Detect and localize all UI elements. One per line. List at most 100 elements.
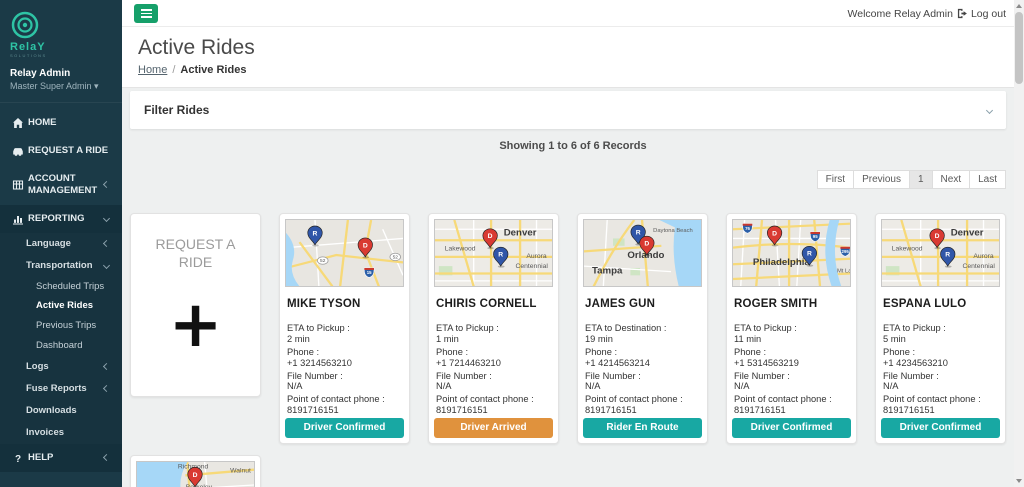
field-value: +1 5314563219 [734, 357, 799, 368]
state-route-shield-icon: 52 [389, 252, 401, 261]
hamburger-icon [140, 8, 152, 20]
ride-field: ETA to Destination :19 min [585, 323, 700, 345]
field-value: N/A [883, 381, 899, 392]
pagination-first-button[interactable]: First [816, 170, 855, 189]
ride-details: ETA to Pickup :5 min Phone : +1 4234563210… [881, 323, 1000, 417]
sidebar-item-help[interactable]: ? HELP [0, 443, 122, 472]
ride-map[interactable]: 52 52 15 R D [285, 219, 404, 288]
ride-status-button[interactable]: Driver Confirmed [285, 417, 404, 438]
svg-text:76: 76 [745, 226, 750, 231]
sidebar-item-reporting[interactable]: REPORTING [0, 204, 122, 233]
sidebar-toggle-button[interactable] [134, 4, 158, 23]
request-a-ride-card[interactable]: REQUEST A RIDE + [130, 213, 261, 397]
user-role-dropdown[interactable]: Master Super Admin ▾ [10, 81, 112, 92]
field-label: Phone : [585, 347, 618, 357]
sidebar-item-invoices[interactable]: Invoices [0, 421, 122, 444]
car-icon [12, 145, 28, 157]
pagination-previous-button[interactable]: Previous [853, 170, 910, 189]
ride-status-button[interactable]: Rider En Route [583, 417, 702, 438]
ride-map[interactable]: Philadelphia Mt La 76 95 295 D R [732, 219, 851, 288]
map-city-label: Tampa [592, 266, 623, 277]
ride-field: File Number : N/A [436, 371, 551, 393]
ride-status-button[interactable]: Driver Confirmed [881, 417, 1000, 438]
ride-map[interactable]: RichmondWalnutBerkeleyD [136, 461, 255, 487]
field-value: 8191716151 [287, 404, 339, 415]
pagination-next-button[interactable]: Next [931, 170, 971, 189]
filter-rides-panel[interactable]: Filter Rides [130, 91, 1006, 129]
sidebar-item-fuse-reports[interactable]: Fuse Reports [0, 377, 122, 400]
field-value: N/A [585, 381, 601, 392]
logout-link[interactable]: Log out [957, 8, 1006, 20]
sidebar-item-request-a-ride[interactable]: REQUEST A RIDE [0, 137, 122, 165]
page-header: Active Rides Home / Active Rides [122, 27, 1024, 88]
field-value: 2 min [287, 334, 310, 345]
sidebar-item-label: Dashboard [36, 340, 83, 352]
sidebar-item-previous-trips[interactable]: Previous Trips [0, 316, 122, 337]
map-city-label: Aurora [526, 253, 547, 260]
scroll-up-arrow[interactable] [1014, 1, 1024, 11]
sidebar-item-downloads[interactable]: Downloads [0, 399, 122, 422]
pagination-1-button[interactable]: 1 [908, 170, 933, 189]
sidebar-item-transportation[interactable]: Transportation [0, 254, 122, 277]
map-city-label: Daytona Beach [653, 228, 693, 234]
ride-field: ETA to Pickup :11 min [734, 323, 849, 345]
map-city-label: Denver [504, 228, 537, 239]
scroll-down-arrow[interactable] [1014, 476, 1024, 486]
sidebar-item-scheduled-trips[interactable]: Scheduled Trips [0, 276, 122, 297]
chevron-left-icon [102, 181, 111, 189]
svg-text:D: D [772, 230, 777, 237]
sidebar-item-home[interactable]: HOME [0, 109, 122, 137]
sidebar-item-active-rides[interactable]: Active Rides [0, 296, 122, 317]
ride-card: Philadelphia Mt La 76 95 295 D R ROGER SMITH ETA… [726, 213, 857, 444]
cards-grid: REQUEST A RIDE +52 52 15 R D MIKE TYSON ETA to … [130, 213, 1006, 487]
field-value: 11 min [734, 334, 762, 345]
sidebar-item-logs[interactable]: Logs [0, 356, 122, 378]
chevron-left-icon [102, 363, 111, 371]
sidebar-item-dashboard[interactable]: Dashboard [0, 336, 122, 356]
chart-icon [12, 213, 28, 225]
svg-text:R: R [498, 252, 503, 259]
field-label: Point of contact phone : [585, 394, 683, 405]
rider-name: ESPANA LULO [883, 298, 967, 311]
svg-text:D: D [193, 472, 198, 479]
ride-field: Point of contact phone :8191716151 [436, 394, 551, 416]
ride-card: Denver Lakewood Aurora Centennial D R CHIRIS C… [428, 213, 559, 444]
field-label: Point of contact phone : [883, 394, 981, 405]
svg-text:D: D [363, 242, 368, 249]
ride-map[interactable]: Denver Lakewood Aurora Centennial D R [434, 219, 553, 288]
welcome-text: Welcome Relay Admin [847, 7, 953, 20]
ride-map[interactable]: Denver Lakewood Aurora Centennial D R [881, 219, 1000, 288]
ride-field: Phone : +1 4214563214 [585, 347, 700, 369]
sidebar-item-label: Previous Trips [36, 320, 97, 332]
ride-details: ETA to Pickup :2 min Phone : +1 3214563210… [285, 323, 404, 417]
sidebar-item-label: REPORTING [28, 212, 85, 224]
chevron-down-icon [985, 106, 994, 114]
sidebar-item-label: Transportation [26, 259, 93, 271]
ride-status-button[interactable]: Driver Arrived [434, 417, 553, 438]
chevron-left-icon [102, 240, 111, 248]
field-label: File Number : [883, 370, 939, 381]
field-label: ETA to Destination : [585, 323, 667, 334]
sidebar-item-account-management[interactable]: ACCOUNT MANAGEMENT [0, 165, 122, 205]
sidebar-item-label: Active Rides [36, 300, 94, 312]
home-icon [12, 117, 28, 129]
ride-map[interactable]: Daytona BeachOrlandoTampaRD [583, 219, 702, 288]
field-label: ETA to Pickup : [436, 323, 499, 334]
svg-text:52: 52 [393, 255, 399, 261]
table-icon [12, 179, 28, 191]
sidebar-item-language[interactable]: Language [0, 232, 122, 255]
ride-field: Point of contact phone :8191716151 [287, 394, 402, 416]
ride-card-partial: RichmondWalnutBerkeleyD [130, 455, 261, 487]
ride-status-button[interactable]: Driver Confirmed [732, 417, 851, 438]
field-value: N/A [436, 381, 452, 392]
scrollbar-thumb[interactable] [1015, 12, 1023, 84]
field-label: Point of contact phone : [436, 394, 534, 405]
breadcrumb-home-link[interactable]: Home [138, 64, 167, 76]
map-city-label: Lakewood [892, 246, 923, 253]
ride-details: ETA to Pickup :11 min Phone : +1 531456321… [732, 323, 851, 417]
field-value: +1 3214563210 [287, 357, 352, 368]
pagination-last-button[interactable]: Last [969, 170, 1006, 189]
field-value: 5 min [883, 334, 906, 345]
brand-logo-block: RelaY SOLUTIONS [0, 0, 122, 62]
field-label: ETA to Pickup : [734, 323, 797, 334]
